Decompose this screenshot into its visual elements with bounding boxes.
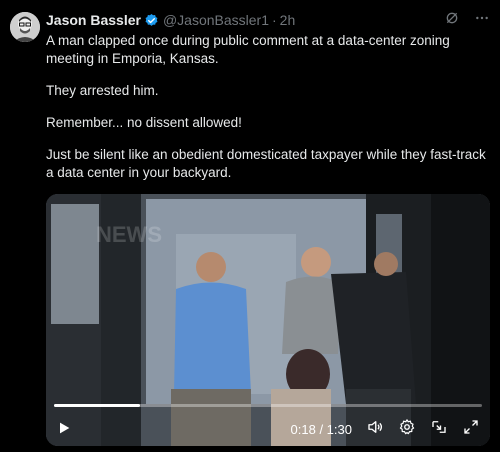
fullscreen-icon[interactable]	[462, 418, 480, 441]
volume-icon[interactable]	[366, 418, 384, 441]
avatar-image	[10, 12, 40, 42]
avatar[interactable]	[10, 12, 40, 42]
video-controls-right: 0:18 / 1:30	[291, 418, 480, 441]
settings-icon[interactable]	[398, 418, 416, 441]
header-actions	[444, 10, 490, 29]
separator-dot: ·	[272, 12, 277, 28]
video-timecode: 0:18 / 1:30	[290, 422, 352, 437]
video-progress-fill	[54, 404, 140, 407]
tweet-paragraph: A man clapped once during public comment…	[46, 33, 450, 66]
tweet-header: Jason Bassler @JasonBassler1 · 2h	[46, 10, 490, 30]
tweet-time[interactable]: 2h	[280, 12, 296, 28]
grok-icon[interactable]	[444, 10, 460, 29]
video-progress-bar[interactable]	[54, 404, 482, 407]
more-icon[interactable]	[474, 10, 490, 29]
tweet-paragraph: Just be silent like an obedient domestic…	[46, 147, 486, 180]
tweet-paragraph: Remember... no dissent allowed!	[46, 115, 242, 130]
author-name[interactable]: Jason Bassler	[46, 12, 141, 28]
verified-badge-icon	[144, 13, 159, 28]
pip-icon[interactable]	[430, 418, 448, 441]
author-handle[interactable]: @JasonBassler1	[163, 12, 269, 28]
tweet-paragraph: They arrested him.	[46, 83, 159, 98]
video-watermark: NEWS	[96, 222, 162, 247]
tweet-text: A man clapped once during public comment…	[46, 32, 486, 196]
video-controls: 0:18 / 1:30	[46, 402, 490, 446]
video-player[interactable]: NEWS 0:18 / 1:30	[46, 194, 490, 446]
play-icon[interactable]	[56, 420, 72, 436]
